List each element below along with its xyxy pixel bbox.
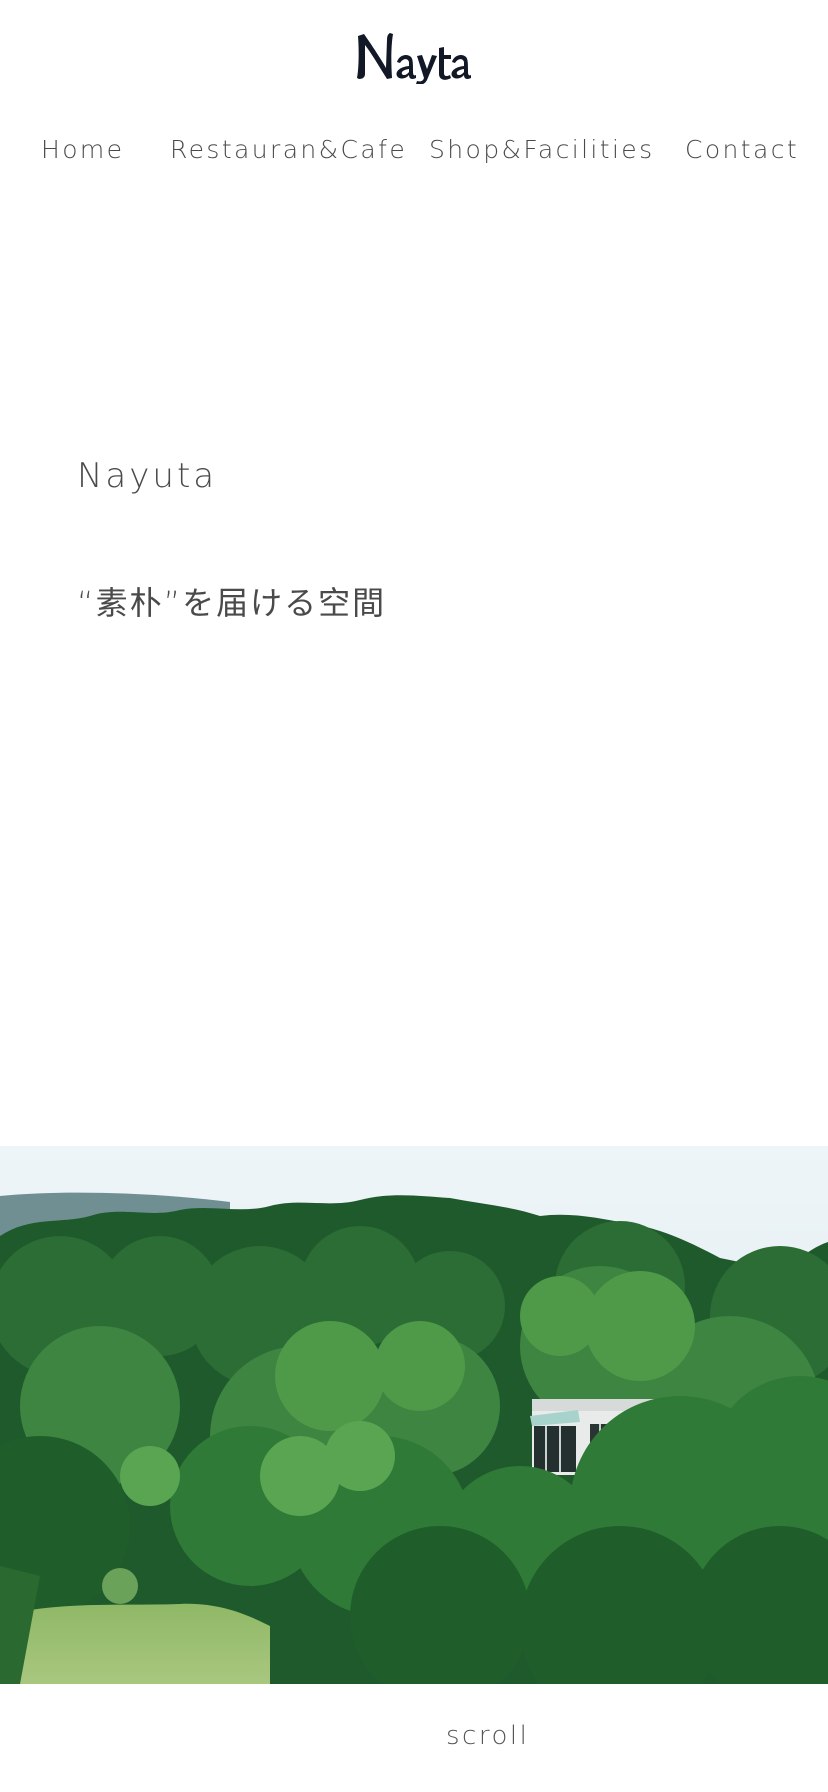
nayuta-logo-mark <box>357 33 471 84</box>
site-logo[interactable] <box>0 26 828 86</box>
hero-title: Nayuta <box>77 456 218 496</box>
nav-item-shop-facilities[interactable]: Shop&Facilities <box>429 132 655 168</box>
hero-subtitle: “素朴”を届ける空間 <box>77 584 387 622</box>
nav-item-restaurant-cafe[interactable]: Restauran&Cafe <box>170 132 407 168</box>
hero-photo <box>0 1146 828 1684</box>
scroll-area <box>0 1684 828 1792</box>
main-nav: Home Restauran&Cafe Shop&Facilities Cont… <box>0 132 828 168</box>
nav-item-home[interactable]: Home <box>41 132 124 168</box>
nav-item-contact[interactable]: Contact <box>685 132 799 168</box>
forest-landscape-image <box>0 1146 828 1684</box>
scroll-indicator[interactable]: scroll <box>446 1718 529 1754</box>
